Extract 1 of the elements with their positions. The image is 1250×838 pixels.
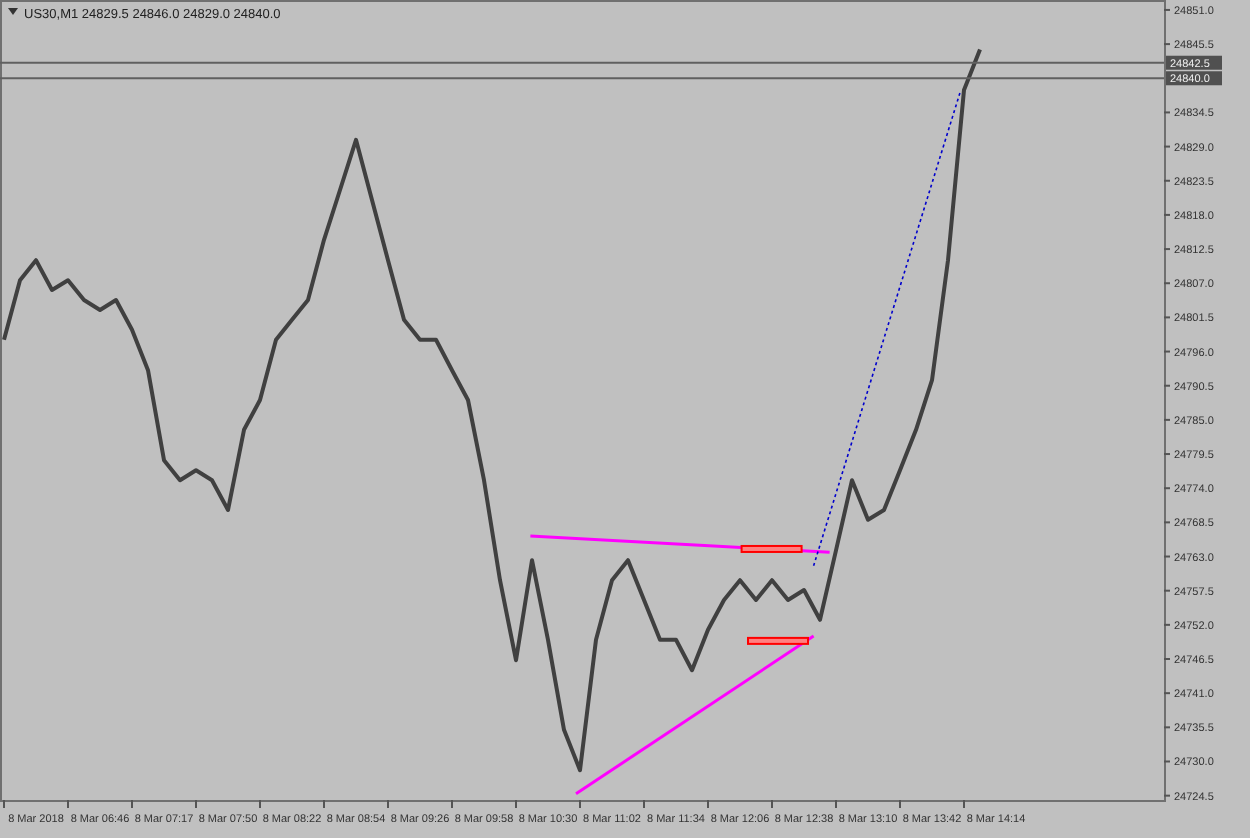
dropdown-triangle-icon[interactable] bbox=[8, 8, 18, 15]
